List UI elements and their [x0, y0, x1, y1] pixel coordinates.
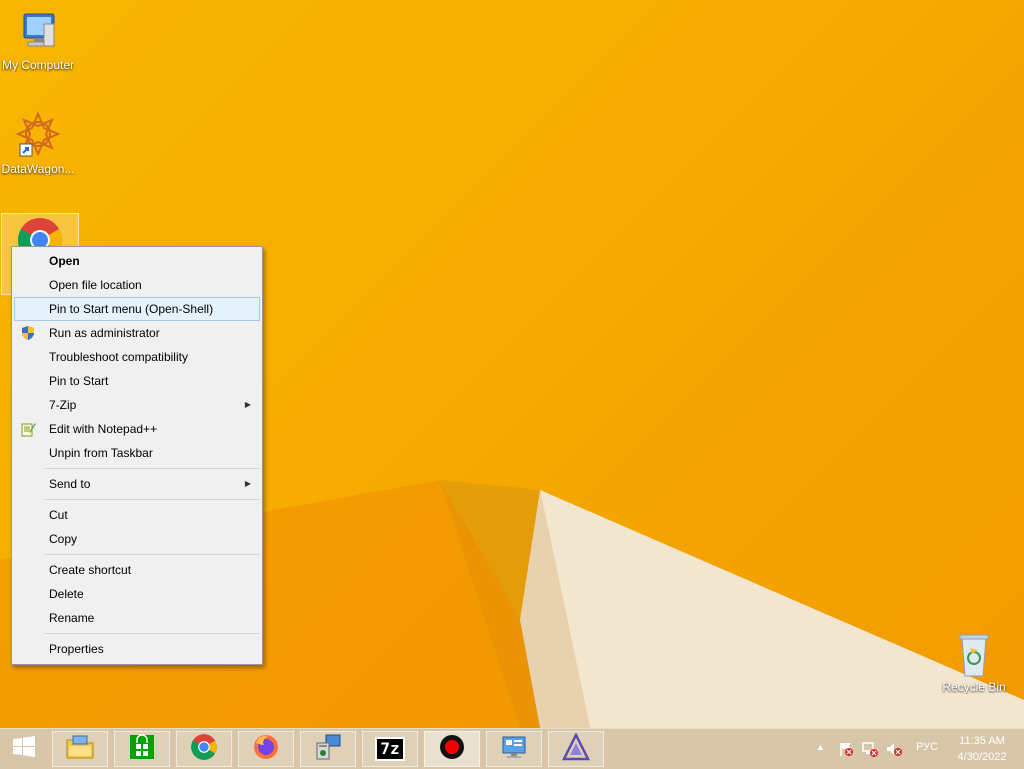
- input-language-indicator[interactable]: РУС: [916, 741, 938, 753]
- menu-item-label: Properties: [49, 642, 104, 656]
- submenu-arrow-icon: ▶: [244, 400, 251, 409]
- clock-date: 4/30/2022: [957, 751, 1007, 763]
- desktop-icon-label: Recycle Bin: [942, 680, 1006, 694]
- menu-item-label: Rename: [49, 611, 95, 625]
- menu-item-cut[interactable]: Cut: [14, 503, 260, 527]
- desktop-icon-recycle-bin[interactable]: Recycle Bin: [936, 630, 1012, 694]
- network-icon[interactable]: [862, 741, 878, 757]
- clock-time: 11:35 AM: [959, 735, 1005, 747]
- desktop-icon-datawagon[interactable]: DataWagon...: [0, 111, 76, 176]
- menu-item-edit-with-notepadpp[interactable]: Edit with Notepad++: [14, 417, 260, 441]
- file-explorer-icon: [65, 734, 95, 765]
- start-button[interactable]: [0, 729, 48, 769]
- menu-item-rename[interactable]: Rename: [14, 606, 260, 630]
- menu-item-label: Open file location: [49, 278, 142, 292]
- record-icon: [438, 733, 466, 766]
- store-icon: [128, 733, 156, 766]
- menu-item-run-as-administrator[interactable]: Run as administrator: [14, 321, 260, 345]
- tray-overflow-chevron-icon[interactable]: ▲: [816, 742, 832, 758]
- menu-item-label: Open: [49, 254, 80, 268]
- menu-item-label: Create shortcut: [49, 563, 132, 577]
- taskbar-recorder[interactable]: [424, 731, 480, 767]
- submenu-arrow-icon: ▶: [244, 479, 251, 488]
- menu-item-pin-to-start[interactable]: Pin to Start: [14, 369, 260, 393]
- menu-item-create-shortcut[interactable]: Create shortcut: [14, 558, 260, 582]
- menu-item-label: Pin to Start: [49, 374, 109, 388]
- taskbar-7zip[interactable]: 7z: [362, 731, 418, 767]
- 7zip-icon: 7z: [375, 737, 405, 761]
- menu-item-label: Run as administrator: [49, 326, 160, 340]
- taskbar-chrome[interactable]: [176, 731, 232, 767]
- taskbar-triangle-app[interactable]: [548, 731, 604, 767]
- notepadpp-icon: [20, 421, 36, 437]
- uac-shield-icon: [20, 325, 36, 341]
- context-menu: Open Open file location Pin to Start men…: [11, 246, 263, 665]
- desktop[interactable]: My Computer DataWagon... Recycle Bin Ope…: [0, 0, 1024, 728]
- menu-item-label: Unpin from Taskbar: [49, 446, 153, 460]
- remote-desktop-icon: [500, 733, 528, 766]
- chrome-icon: [190, 733, 218, 766]
- desktop-icon-label: DataWagon...: [1, 162, 75, 176]
- taskbar-file-explorer[interactable]: [52, 731, 108, 767]
- menu-item-7zip[interactable]: 7-Zip ▶: [14, 393, 260, 417]
- menu-separator: [44, 633, 260, 634]
- menu-item-send-to[interactable]: Send to ▶: [14, 472, 260, 496]
- action-center-flag-icon[interactable]: [838, 741, 854, 757]
- menu-item-delete[interactable]: Delete: [14, 582, 260, 606]
- menu-item-label: Edit with Notepad++: [49, 422, 158, 436]
- taskbar-store[interactable]: [114, 731, 170, 767]
- menu-item-unpin-from-taskbar[interactable]: Unpin from Taskbar: [14, 441, 260, 465]
- windows-logo-icon: [12, 735, 36, 764]
- clock[interactable]: 11:35 AM 4/30/2022: [950, 733, 1014, 765]
- menu-item-copy[interactable]: Copy: [14, 527, 260, 551]
- datawagon-icon: [14, 111, 62, 160]
- menu-item-label: Send to: [49, 477, 91, 491]
- menu-item-open-file-location[interactable]: Open file location: [14, 273, 260, 297]
- recycle-bin-icon: [950, 630, 998, 678]
- menu-item-properties[interactable]: Properties: [14, 637, 260, 661]
- menu-separator: [44, 554, 260, 555]
- menu-item-troubleshoot-compatibility[interactable]: Troubleshoot compatibility: [14, 345, 260, 369]
- menu-item-open[interactable]: Open: [14, 249, 260, 273]
- taskbar-remote-desktop[interactable]: [486, 731, 542, 767]
- desktop-icon-my-computer[interactable]: My Computer: [0, 8, 76, 72]
- triangle-app-icon: [561, 731, 591, 766]
- taskbar-firefox[interactable]: [238, 731, 294, 767]
- menu-item-pin-to-start-menu-open-shell[interactable]: Pin to Start menu (Open-Shell): [14, 297, 260, 321]
- menu-item-label: Troubleshoot compatibility: [49, 350, 188, 364]
- volume-muted-icon[interactable]: [886, 741, 902, 757]
- menu-item-label: Pin to Start menu (Open-Shell): [49, 302, 214, 316]
- desktop-icon-label: My Computer: [1, 58, 75, 72]
- menu-item-label: Copy: [49, 532, 78, 546]
- firefox-icon: [252, 733, 280, 766]
- menu-item-label: Cut: [49, 508, 68, 522]
- taskbar: 7z ▲ РУС 11:35 AM 4/30/2022: [0, 728, 1024, 769]
- setup-installer-icon: [314, 733, 342, 766]
- taskbar-setup-installer[interactable]: [300, 731, 356, 767]
- menu-item-label: Delete: [49, 587, 84, 601]
- computer-icon: [14, 8, 62, 56]
- menu-separator: [44, 468, 260, 469]
- menu-item-label: 7-Zip: [49, 398, 77, 412]
- menu-separator: [44, 499, 260, 500]
